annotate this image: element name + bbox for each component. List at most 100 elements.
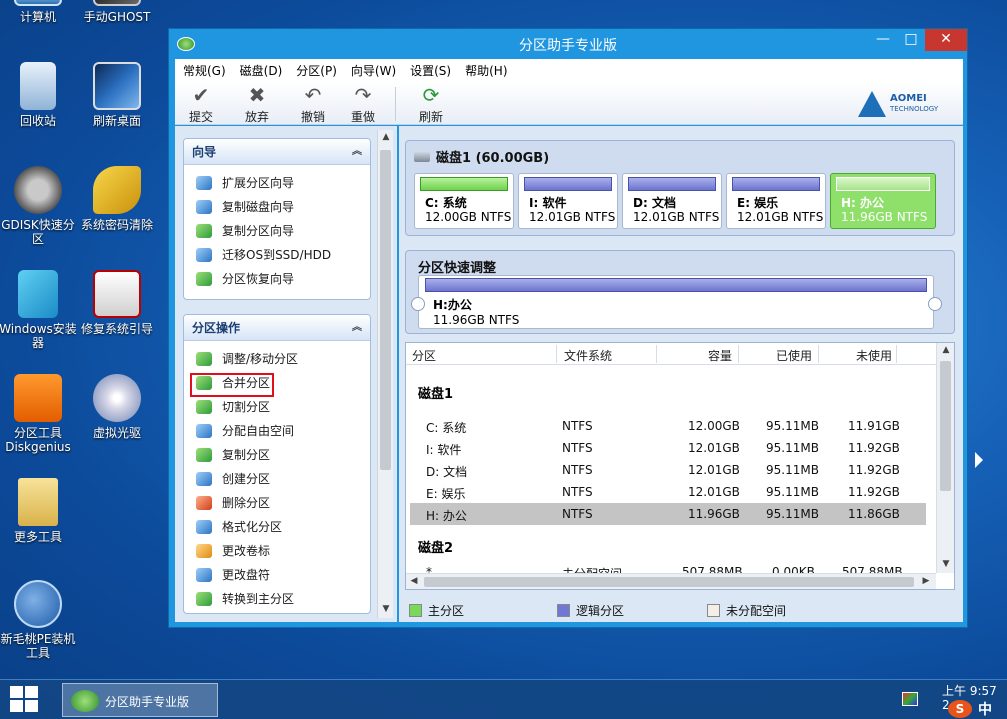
wizard-extend-partition[interactable]: 扩展分区向导 xyxy=(184,171,370,195)
resize-handle-left[interactable] xyxy=(411,297,425,311)
collapse-icon[interactable]: ︽ xyxy=(352,139,362,165)
scroll-up-icon[interactable]: ▲ xyxy=(378,132,394,142)
wizard-partition-recovery[interactable]: 分区恢复向导 xyxy=(184,267,370,291)
scroll-thumb[interactable] xyxy=(424,577,914,587)
op-change-label[interactable]: 更改卷标 xyxy=(184,539,370,563)
desktop-icon-more-tools[interactable]: 更多工具 xyxy=(0,478,80,544)
cell-used: 95.11MB xyxy=(766,441,819,455)
desktop-icon-pe-installer[interactable]: 新毛桃PE装机工具 xyxy=(0,580,80,660)
col-separator[interactable] xyxy=(818,345,819,363)
desktop-icon-computer[interactable]: 计算机 xyxy=(0,0,80,24)
scroll-down-icon[interactable]: ▼ xyxy=(937,559,955,569)
wizard-copy-disk[interactable]: 复制磁盘向导 xyxy=(184,195,370,219)
scroll-up-icon[interactable]: ▲ xyxy=(937,345,955,355)
redo-button[interactable]: ↷ 重做 xyxy=(341,84,385,125)
ops-panel-header[interactable]: 分区操作 ︽ xyxy=(184,315,370,341)
partition-block-c[interactable]: C: 系统 12.00GB NTFS xyxy=(414,173,514,229)
op-format-partition[interactable]: 格式化分区 xyxy=(184,515,370,539)
op-create-partition[interactable]: 创建分区 xyxy=(184,467,370,491)
menu-general[interactable]: 常规(G) xyxy=(183,62,226,79)
disk-icon xyxy=(414,152,430,162)
minimize-button[interactable]: — xyxy=(869,29,897,51)
table-row[interactable]: * 未分配空间 507.88MB 0.00KB 507.88MB xyxy=(410,565,926,573)
op-split-partition[interactable]: 切割分区 xyxy=(184,395,370,419)
desktop-icon-windows-installer[interactable]: Windows安装器 xyxy=(0,270,80,350)
maximize-button[interactable]: □ xyxy=(897,29,925,51)
taskbar-app-button[interactable]: 分区助手专业版 xyxy=(62,683,218,717)
ime-mode[interactable]: 中 xyxy=(978,699,992,719)
op-merge-partition[interactable]: 合并分区 xyxy=(184,371,370,397)
partition-block-d[interactable]: D: 文档 12.01GB NTFS xyxy=(622,173,722,229)
table-group-disk1[interactable]: 磁盘1 xyxy=(418,383,453,402)
menu-disk[interactable]: 磁盘(D) xyxy=(240,62,283,79)
col-separator[interactable] xyxy=(896,345,897,363)
desktop-icon-repair-boot[interactable]: 修复系统引导 xyxy=(75,270,159,336)
desktop-icon-password-clear[interactable]: 系统密码清除 xyxy=(75,166,159,232)
resize-handle-right[interactable] xyxy=(928,297,942,311)
cell-used: 95.11MB xyxy=(766,507,819,521)
quick-adjust-bar[interactable] xyxy=(425,278,927,292)
submit-button[interactable]: ✔ 提交 xyxy=(179,84,223,125)
col-separator[interactable] xyxy=(738,345,739,363)
menu-wizard[interactable]: 向导(W) xyxy=(351,62,396,79)
col-capacity[interactable]: 容量 xyxy=(708,347,732,364)
scroll-left-icon[interactable]: ◀ xyxy=(406,576,422,586)
wizard-copy-partition[interactable]: 复制分区向导 xyxy=(184,219,370,243)
desktop-icon-ghost[interactable]: 手动GHOST xyxy=(75,0,159,24)
undo-button[interactable]: ↶ 撤销 xyxy=(291,84,335,125)
ops-panel-title: 分区操作 xyxy=(192,321,241,335)
desktop-icon-gdisk[interactable]: GDISK快速分区 xyxy=(0,166,80,246)
start-button[interactable] xyxy=(10,686,40,714)
table-row[interactable]: I: 软件 NTFS 12.01GB 95.11MB 11.92GB xyxy=(410,437,926,459)
col-separator[interactable] xyxy=(656,345,657,363)
partition-block-h[interactable]: H: 办公 11.96GB NTFS xyxy=(830,173,936,229)
col-used[interactable]: 已使用 xyxy=(776,347,812,364)
partition-block-e[interactable]: E: 娱乐 12.01GB NTFS xyxy=(726,173,826,229)
table-vertical-scrollbar[interactable]: ▲ ▼ xyxy=(936,343,954,573)
quick-adjust-slider[interactable]: H:办公 11.96GB NTFS xyxy=(418,275,934,329)
table-group-disk2[interactable]: 磁盘2 xyxy=(418,537,453,556)
partition-block-i[interactable]: I: 软件 12.01GB NTFS xyxy=(518,173,618,229)
col-separator[interactable] xyxy=(556,345,557,363)
scroll-right-icon[interactable]: ▶ xyxy=(918,576,934,586)
table-row[interactable]: C: 系统 NTFS 12.00GB 95.11MB 11.91GB xyxy=(410,415,926,437)
undo-label: 撤销 xyxy=(300,110,325,124)
desktop-icon-diskgenius[interactable]: 分区工具Diskgenius xyxy=(0,374,80,454)
menu-help[interactable]: 帮助(H) xyxy=(465,62,507,79)
scroll-thumb[interactable] xyxy=(940,361,951,491)
op-resize-move[interactable]: 调整/移动分区 xyxy=(184,347,370,371)
title-bar[interactable]: 分区助手专业版 — □ ✕ xyxy=(169,29,967,59)
table-row-selected[interactable]: H: 办公 NTFS 11.96GB 95.11MB 11.86GB xyxy=(410,503,926,525)
cell-filesystem: NTFS xyxy=(562,419,593,433)
desktop-icon-virtual-drive[interactable]: 虚拟光驱 xyxy=(75,374,159,440)
menu-partition[interactable]: 分区(P) xyxy=(296,62,337,79)
wizard-panel-header[interactable]: 向导 ︽ xyxy=(184,139,370,165)
copy-partition-icon xyxy=(196,224,212,238)
op-delete-partition[interactable]: 删除分区 xyxy=(184,491,370,515)
display-tray-icon[interactable] xyxy=(902,692,918,706)
desktop-icon-recycle-bin[interactable]: 回收站 xyxy=(0,62,80,128)
refresh-button[interactable]: ⟳ 刷新 xyxy=(409,84,453,125)
col-partition[interactable]: 分区 xyxy=(412,347,436,364)
op-change-drive-letter[interactable]: 更改盘符 xyxy=(184,563,370,587)
left-scrollbar[interactable]: ▲ ▼ xyxy=(377,130,393,618)
table-row[interactable]: E: 娱乐 NTFS 12.01GB 95.11MB 11.92GB xyxy=(410,481,926,503)
ime-logo-icon[interactable]: S xyxy=(948,700,972,718)
disk-title[interactable]: 磁盘1 (60.00GB) xyxy=(414,147,549,166)
monitor-icon xyxy=(93,62,141,110)
op-copy-partition[interactable]: 复制分区 xyxy=(184,443,370,467)
table-row[interactable]: D: 文档 NTFS 12.01GB 95.11MB 11.92GB xyxy=(410,459,926,481)
collapse-icon[interactable]: ︽ xyxy=(352,315,362,341)
op-allocate-free-space[interactable]: 分配自由空间 xyxy=(184,419,370,443)
table-horizontal-scrollbar[interactable]: ◀ ▶ xyxy=(406,573,936,589)
discard-button[interactable]: ✖ 放弃 xyxy=(235,84,279,125)
scroll-thumb[interactable] xyxy=(380,150,391,470)
scroll-down-icon[interactable]: ▼ xyxy=(378,604,394,614)
desktop-icon-refresh-desktop[interactable]: 刷新桌面 xyxy=(75,62,159,128)
col-free[interactable]: 未使用 xyxy=(856,347,892,364)
col-filesystem[interactable]: 文件系统 xyxy=(564,347,612,364)
menu-settings[interactable]: 设置(S) xyxy=(410,62,451,79)
op-convert-primary[interactable]: 转换到主分区 xyxy=(184,587,370,611)
close-button[interactable]: ✕ xyxy=(925,29,967,51)
wizard-migrate-os[interactable]: 迁移OS到SSD/HDD xyxy=(184,243,370,267)
